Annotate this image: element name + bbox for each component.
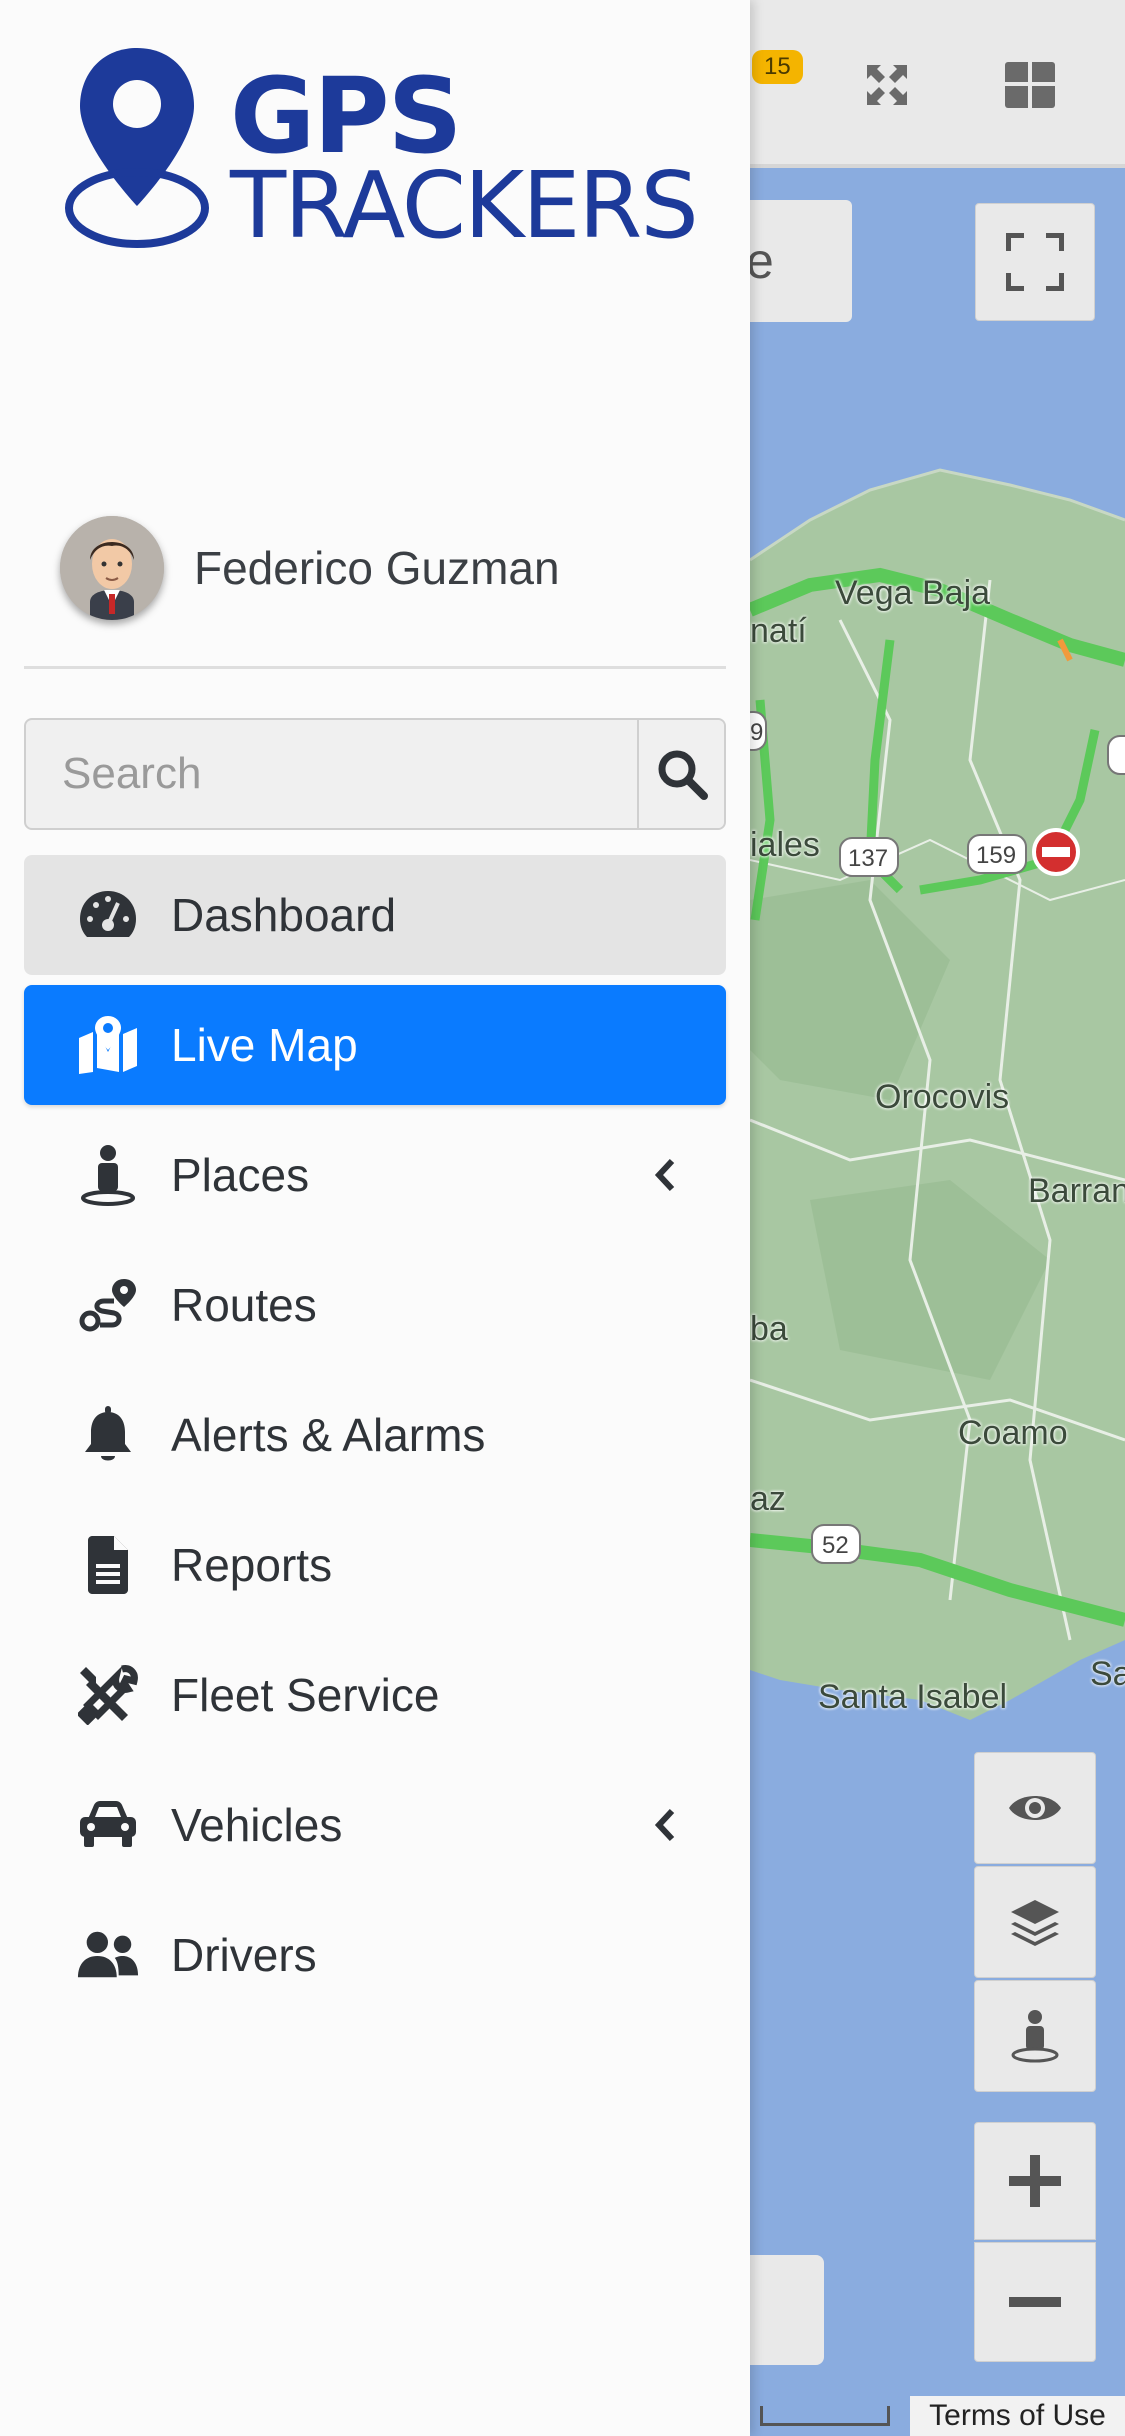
search-button[interactable] — [637, 720, 724, 828]
fullscreen-button[interactable] — [975, 203, 1095, 321]
person-pin-icon — [1011, 2010, 1059, 2063]
nav-label-vehicles: Vehicles — [171, 1799, 343, 1851]
svg-text:159: 159 — [976, 842, 1016, 869]
nav-item-reports[interactable]: Reports — [24, 1505, 726, 1625]
users-icon — [76, 1923, 140, 1987]
expand-arrows-icon — [867, 65, 907, 105]
nav-label-places: Places — [171, 1149, 310, 1201]
map-label: iales — [750, 826, 820, 864]
sidebar-search — [24, 718, 726, 830]
svg-text:137: 137 — [848, 845, 888, 872]
map-search-box[interactable]: e — [750, 200, 852, 322]
map-search-text: e — [750, 233, 774, 289]
map-label: Vega Baja — [835, 574, 991, 612]
user-name: Federico Guzman — [194, 542, 560, 594]
nav-label-alerts: Alerts & Alarms — [171, 1409, 486, 1461]
nav-item-places[interactable]: Places — [24, 1115, 726, 1235]
location-pin-logo-icon — [65, 48, 209, 248]
nav-label-reports: Reports — [171, 1539, 333, 1591]
chevron-left-icon[interactable] — [650, 1155, 680, 1195]
nav-label-live-map: Live Map — [171, 1019, 358, 1071]
route-icon — [76, 1273, 140, 1337]
map-label: natí — [750, 612, 807, 650]
layers-button[interactable] — [974, 1866, 1096, 1978]
top-toolbar: 15 — [750, 0, 1125, 168]
map-label: Orocovis — [875, 1078, 1010, 1116]
nav-item-drivers[interactable]: Drivers — [24, 1895, 726, 2015]
grid-layout-icon — [1005, 62, 1055, 108]
nav-item-dashboard[interactable]: Dashboard — [24, 855, 726, 975]
minus-icon — [1009, 2297, 1061, 2307]
person-pin-icon — [76, 1143, 140, 1207]
sidebar: GPS TRACKERS Federico Guzman Search Dash… — [0, 0, 750, 2436]
brand-line-2: TRACKERS — [230, 152, 699, 259]
nav-label-drivers: Drivers — [171, 1929, 317, 1981]
nav-label-dashboard: Dashboard — [171, 889, 397, 941]
fullscreen-icon — [1006, 233, 1064, 291]
map-pin-icon — [76, 1013, 140, 1077]
main-nav: Dashboard Live Map Places Routes Alerts … — [24, 855, 726, 2025]
nav-item-vehicles[interactable]: Vehicles — [24, 1765, 726, 1885]
eye-icon — [1009, 1796, 1061, 1820]
zoom-in-button[interactable] — [974, 2122, 1096, 2240]
grid-icon[interactable] — [995, 50, 1065, 120]
svg-text:52: 52 — [822, 1532, 849, 1559]
divider — [24, 666, 726, 669]
map-label: Barran — [1028, 1172, 1125, 1210]
map-label: Sa — [1090, 1655, 1125, 1693]
visibility-button[interactable] — [974, 1752, 1096, 1864]
map-label: ba — [750, 1310, 788, 1348]
map-label: Santa Isabel — [818, 1678, 1008, 1716]
user-profile[interactable]: Federico Guzman — [60, 515, 560, 621]
plus-icon — [1009, 2155, 1061, 2207]
svg-text:9: 9 — [750, 719, 763, 746]
map-label: Coamo — [958, 1414, 1068, 1452]
map-label: az — [750, 1480, 786, 1518]
nav-item-routes[interactable]: Routes — [24, 1245, 726, 1365]
search-input[interactable] — [26, 720, 637, 828]
map-view[interactable]: 9 137 159 52 Vega Baja natí iales Oroco… — [750, 0, 1125, 2436]
nav-label-fleet-service: Fleet Service — [171, 1669, 440, 1721]
avatar — [60, 516, 164, 620]
zoom-out-button[interactable] — [974, 2242, 1096, 2362]
search-icon — [658, 750, 708, 800]
speedometer-icon — [76, 883, 140, 947]
car-icon — [76, 1793, 140, 1857]
bell-icon — [76, 1403, 140, 1467]
nav-label-routes: Routes — [171, 1279, 317, 1331]
map-scale-bar — [760, 2406, 890, 2426]
chevron-left-icon[interactable] — [650, 1805, 680, 1845]
map-info-panel[interactable] — [750, 2255, 824, 2365]
notification-badge: 15 — [752, 50, 803, 84]
places-map-button[interactable] — [974, 1980, 1096, 2092]
layers-icon — [1011, 1900, 1059, 1946]
expand-icon[interactable] — [852, 50, 922, 120]
tools-icon — [76, 1663, 140, 1727]
nav-item-live-map[interactable]: Live Map — [24, 985, 726, 1105]
terms-of-use-link[interactable]: Terms of Use — [910, 2396, 1125, 2436]
nav-item-alerts[interactable]: Alerts & Alarms — [24, 1375, 726, 1495]
nav-item-fleet-service[interactable]: Fleet Service — [24, 1635, 726, 1755]
brand-logo[interactable]: GPS TRACKERS — [62, 42, 702, 252]
user-avatar-icon — [60, 516, 164, 620]
file-icon — [76, 1533, 140, 1597]
